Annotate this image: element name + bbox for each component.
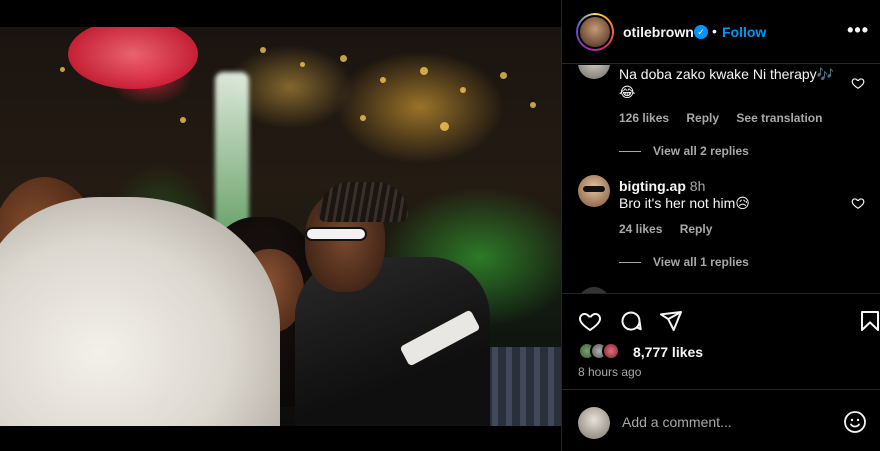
- emoji-icon[interactable]: [843, 410, 867, 434]
- bokeh-light: [340, 55, 347, 62]
- comment-meta: 24 likes Reply: [619, 222, 726, 236]
- post-time[interactable]: 8 hours ago: [578, 365, 641, 379]
- comment-time: 8h: [689, 178, 706, 194]
- bokeh-light: [300, 62, 305, 67]
- comment-likes[interactable]: 126 likes: [619, 111, 669, 125]
- bokeh-light: [260, 47, 266, 53]
- reply-button[interactable]: Reply: [680, 222, 713, 236]
- view-replies-label: View all 1 replies: [653, 255, 749, 269]
- comment-meta: 126 likes Reply See translation: [619, 111, 836, 125]
- bokeh-light: [440, 122, 449, 131]
- sunglasses: [583, 186, 605, 192]
- more-options-icon[interactable]: •••: [847, 20, 869, 41]
- comment-input[interactable]: [622, 410, 832, 434]
- bokeh-light: [460, 87, 466, 93]
- heart-icon[interactable]: [851, 196, 865, 210]
- post-header: otilebrown ✓ • Follow •••: [562, 0, 880, 64]
- see-translation-button[interactable]: See translation: [736, 111, 822, 125]
- background-light: [215, 72, 249, 232]
- bottom-bar: [0, 426, 561, 451]
- heart-icon[interactable]: [851, 76, 865, 90]
- bokeh-light: [500, 72, 507, 79]
- likes-count[interactable]: 8,777 likes: [633, 344, 703, 360]
- bokeh-light: [530, 102, 536, 108]
- add-comment-bar: [562, 389, 880, 451]
- heart-icon[interactable]: [578, 309, 602, 333]
- liker-avatar: [602, 342, 620, 360]
- view-replies-label: View all 2 replies: [653, 144, 749, 158]
- comments-list[interactable]: Na doba zako kwake Ni therapy🎶😂 126 like…: [562, 65, 880, 293]
- instagram-post: otilebrown ✓ • Follow ••• Na doba zako k…: [0, 0, 880, 451]
- verified-badge-icon: ✓: [694, 25, 708, 39]
- post-side-panel: otilebrown ✓ • Follow ••• Na doba zako k…: [561, 0, 880, 451]
- bokeh-light: [420, 67, 428, 75]
- view-replies-button[interactable]: View all 1 replies: [619, 255, 749, 269]
- post-actions: 8,777 likes 8 hours ago: [562, 293, 880, 389]
- bookmark-icon[interactable]: [858, 309, 880, 333]
- author-username[interactable]: otilebrown: [623, 24, 694, 40]
- comment-icon[interactable]: [619, 309, 643, 333]
- bokeh-light: [380, 77, 386, 83]
- man-braids: [318, 182, 408, 222]
- commenter-avatar[interactable]: [578, 175, 610, 207]
- follow-button[interactable]: Follow: [722, 24, 766, 40]
- commenter-username[interactable]: bigting.ap: [619, 178, 686, 194]
- comment-likes[interactable]: 24 likes: [619, 222, 662, 236]
- avatar-image: [578, 15, 612, 49]
- replies-divider: [619, 151, 641, 153]
- sunglasses: [305, 227, 367, 241]
- bokeh-light: [360, 115, 366, 121]
- comment-text: Bro it's her not him😥: [619, 195, 750, 211]
- commenter-avatar[interactable]: [578, 65, 610, 79]
- comment-header: bigting.ap 8h: [619, 177, 844, 195]
- bokeh-light: [180, 117, 186, 123]
- view-replies-button[interactable]: View all 2 replies: [619, 144, 749, 158]
- bokeh-light: [60, 67, 65, 72]
- comment-text: Na doba zako kwake Ni therapy🎶😂: [619, 66, 835, 100]
- reply-button[interactable]: Reply: [686, 111, 719, 125]
- replies-divider: [619, 262, 641, 264]
- separator-dot: •: [712, 23, 717, 39]
- author-avatar[interactable]: [576, 13, 614, 51]
- current-user-avatar: [578, 407, 610, 439]
- share-icon[interactable]: [659, 309, 683, 333]
- background-neon-sign: [68, 27, 198, 89]
- post-photo[interactable]: [0, 27, 561, 426]
